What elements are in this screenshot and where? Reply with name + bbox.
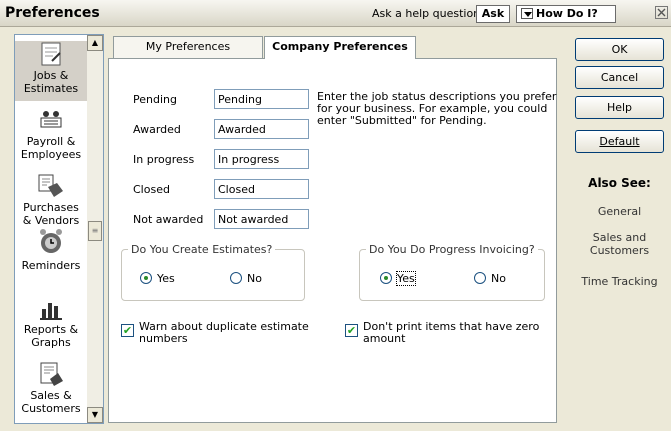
- in-progress-label: In progress: [133, 153, 195, 166]
- jobs-estimates-icon: [41, 42, 61, 66]
- estimates-no-label: No: [247, 272, 262, 285]
- ask-button[interactable]: Ask: [476, 5, 510, 23]
- company-preferences-panel: Pending Awarded In progress Closed Not a…: [108, 58, 557, 423]
- pending-field[interactable]: [214, 89, 309, 109]
- scroll-down-icon[interactable]: ▼: [87, 407, 103, 423]
- ok-button[interactable]: OK: [575, 38, 664, 61]
- window-title: Preferences: [5, 5, 100, 21]
- radio-unselected-icon: [474, 272, 486, 284]
- nav-label-reports: Reports & Graphs: [23, 323, 79, 349]
- also-see-sales-customers-link[interactable]: Sales and Customers: [575, 231, 664, 257]
- how-do-i-button[interactable]: How Do I?: [516, 5, 616, 23]
- default-button[interactable]: Default: [575, 130, 664, 153]
- help-button[interactable]: Help: [575, 96, 664, 119]
- invoicing-yes-radio[interactable]: Yes: [380, 271, 416, 286]
- nav-scrollbar[interactable]: ▲ ≡ ▼: [87, 35, 103, 423]
- nav-item-reminders[interactable]: Reminders: [15, 227, 87, 283]
- check-mark-icon: ✔: [121, 324, 134, 337]
- scroll-up-icon[interactable]: ▲: [87, 35, 103, 51]
- scroll-thumb[interactable]: ≡: [88, 221, 102, 241]
- nav-label-purchases: Purchases & Vendors: [22, 201, 80, 227]
- tab-my-preferences[interactable]: My Preferences: [113, 36, 263, 58]
- radio-unselected-icon: [230, 272, 242, 284]
- invoicing-no-radio[interactable]: No: [474, 272, 506, 285]
- help-question-label: Ask a help question: [372, 7, 481, 20]
- payroll-icon: [40, 111, 62, 128]
- how-do-i-label: How Do I?: [536, 7, 598, 20]
- also-see-heading: Also See:: [588, 176, 651, 190]
- also-see-general-link[interactable]: General: [575, 205, 664, 218]
- estimates-group-label: Do You Create Estimates?: [128, 243, 276, 256]
- radio-selected-icon: [380, 272, 392, 284]
- nav-item-payroll[interactable]: Payroll & Employees: [15, 107, 87, 169]
- estimates-yes-label: Yes: [157, 272, 175, 285]
- closed-field[interactable]: [214, 179, 309, 199]
- nav-item-jobs-estimates[interactable]: Jobs & Estimates: [15, 41, 87, 101]
- tab-company-preferences-label: Company Preferences: [272, 40, 408, 53]
- nav-label-sales: Sales & Customers: [21, 389, 81, 415]
- not-awarded-field[interactable]: [214, 209, 309, 229]
- check-mark-icon: ✔: [345, 324, 358, 337]
- radio-selected-icon: [140, 272, 152, 284]
- nav-item-sales[interactable]: Sales & Customers: [15, 361, 87, 421]
- sales-icon: [40, 362, 63, 386]
- not-awarded-label: Not awarded: [133, 213, 204, 226]
- also-see-time-tracking-link[interactable]: Time Tracking: [575, 275, 664, 288]
- awarded-label: Awarded: [133, 123, 181, 136]
- estimates-group: Do You Create Estimates? Yes No: [121, 243, 305, 301]
- pending-label: Pending: [133, 93, 177, 106]
- cancel-button[interactable]: Cancel: [575, 66, 664, 89]
- purchases-icon: [38, 174, 63, 197]
- closed-label: Closed: [133, 183, 170, 196]
- nav-item-reports[interactable]: Reports & Graphs: [15, 297, 87, 357]
- warn-duplicate-label: Warn about duplicate estimate numbers: [139, 320, 309, 345]
- reminders-icon: [40, 229, 62, 253]
- progress-invoicing-group: Do You Do Progress Invoicing? Yes No: [359, 243, 545, 301]
- preference-category-list: Jobs & Estimates Payroll & Employees Pur…: [14, 34, 104, 424]
- in-progress-field[interactable]: [214, 149, 309, 169]
- progress-invoicing-group-label: Do You Do Progress Invoicing?: [366, 243, 538, 256]
- dropdown-arrow-icon: [521, 8, 533, 19]
- estimates-no-radio[interactable]: No: [230, 272, 262, 285]
- estimates-yes-radio[interactable]: Yes: [140, 272, 175, 285]
- nav-label-payroll: Payroll & Employees: [20, 135, 82, 161]
- nav-item-purchases[interactable]: Purchases & Vendors: [15, 173, 87, 227]
- tab-my-preferences-label: My Preferences: [145, 40, 231, 53]
- invoicing-no-label: No: [491, 272, 506, 285]
- tab-company-preferences[interactable]: Company Preferences: [264, 36, 416, 59]
- close-icon[interactable]: [654, 6, 669, 21]
- title-bar: Preferences Ask a help question Ask How …: [0, 0, 671, 27]
- awarded-field[interactable]: [214, 119, 309, 139]
- job-status-help-text: Enter the job status descriptions you pr…: [317, 90, 557, 127]
- nav-label-jobs-estimates: Jobs & Estimates: [23, 69, 79, 95]
- reports-icon: [40, 303, 62, 320]
- invoicing-yes-label: Yes: [396, 271, 416, 286]
- nav-label-reminders: Reminders: [21, 259, 81, 272]
- dont-print-zero-label: Don't print items that have zero amount: [363, 320, 540, 345]
